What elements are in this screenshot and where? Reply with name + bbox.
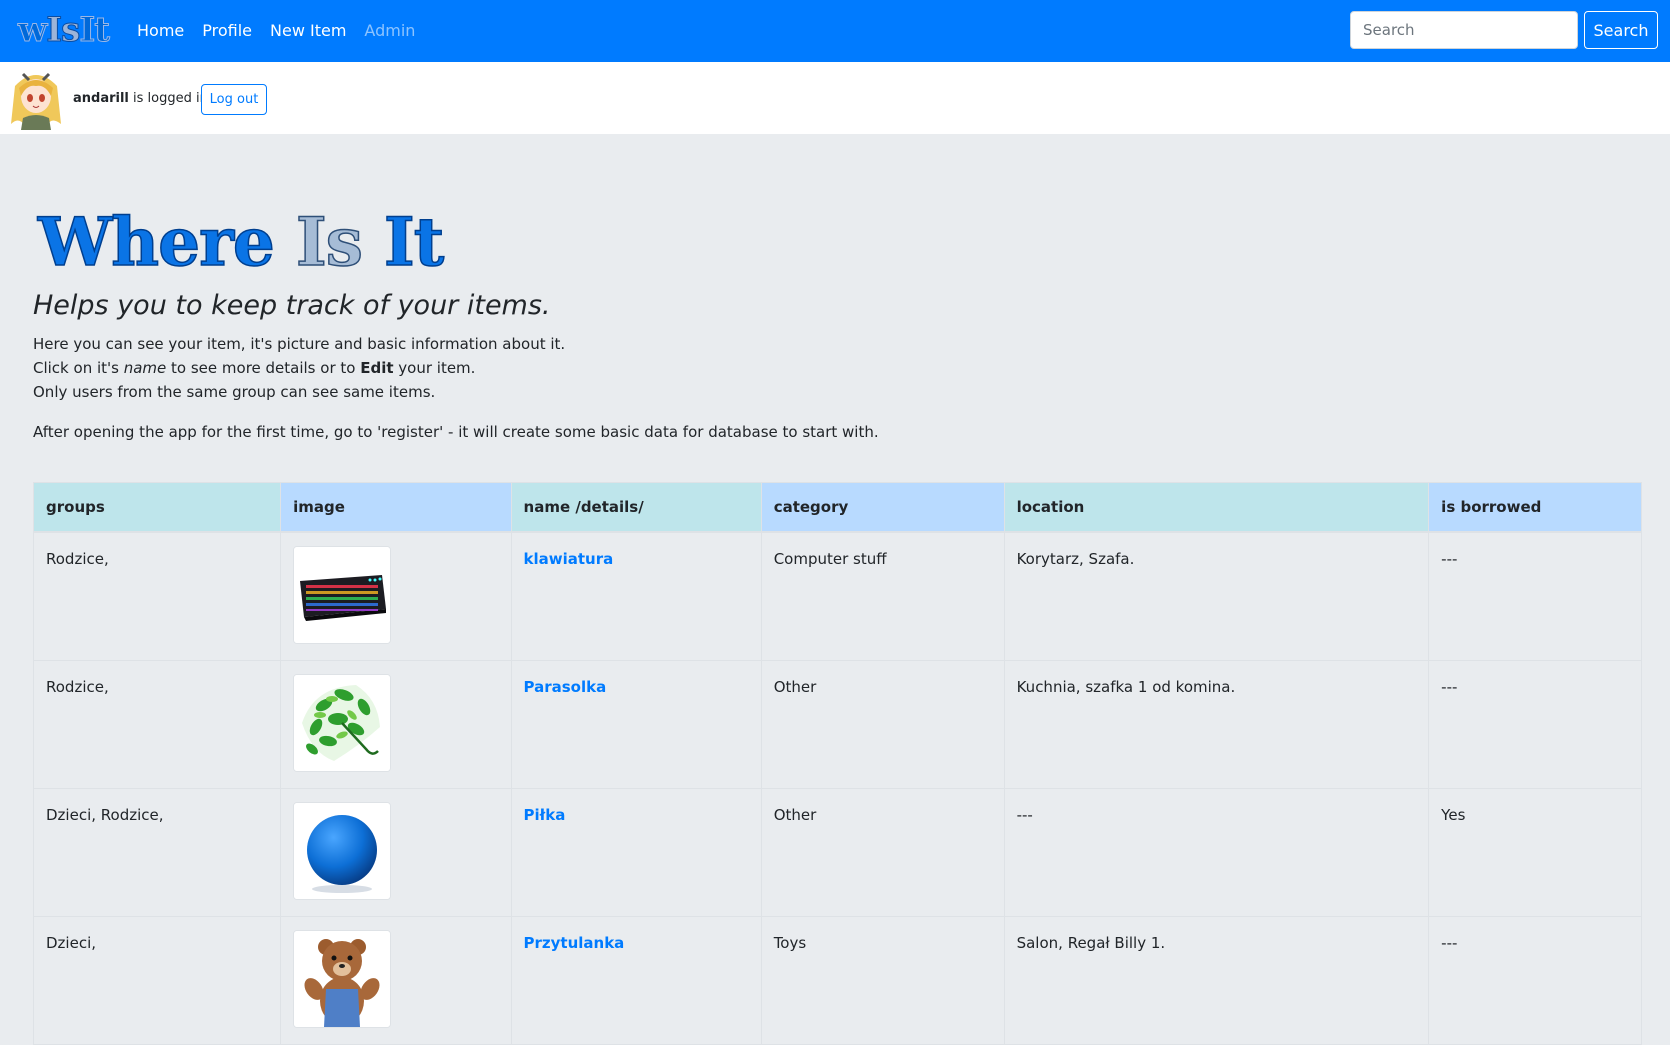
header-groups: groups [32,482,282,533]
cell-is-borrowed: --- [1428,659,1642,789]
intro-line-4: After opening the app for the first time… [33,423,879,441]
search-button[interactable]: Search [1584,11,1658,49]
navbar: wIsIt Home Profile New Item Admin Search [0,0,1670,62]
intro-line-1: Here you can see your item, it's picture… [33,335,566,353]
cell-name: Przytulanka [510,915,762,1045]
cell-image [280,659,512,789]
item-link-przytulanka[interactable]: Przytulanka [524,934,625,952]
login-status: andarill is logged in. [73,90,212,108]
header-image: image [280,482,512,533]
header-name: name /details/ [510,482,762,533]
items-table: groups image name /details/ category loc… [32,482,1642,1045]
username: andarill [73,91,129,106]
intro-line-2: Click on it's name to see more details o… [33,356,879,380]
cell-is-borrowed: --- [1428,531,1642,661]
nav-links: Home Profile New Item Admin [128,19,424,43]
cell-category: Other [760,659,1005,789]
login-status-text: is logged in. [128,91,212,106]
header-is-borrowed: is borrowed [1428,482,1642,533]
cell-name: Piłka [510,787,762,917]
cell-groups: Rodzice, [32,531,282,661]
intro-line-2-c: your item. [393,359,476,377]
cell-location: Salon, Regał Billy 1. [1003,915,1430,1045]
intro-text: Here you can see your item, it's picture… [33,332,879,444]
table-row: Dzieci, Rodzice, Piłka Other --- Yes [32,787,1642,917]
nav-admin[interactable]: Admin [355,19,424,43]
cell-location: Korytarz, Szafa. [1003,531,1430,661]
nav-new-item[interactable]: New Item [261,19,355,43]
search-input[interactable] [1350,11,1578,49]
cell-image [280,787,512,917]
brand-it: It [79,10,111,51]
keyboard-image[interactable] [293,545,392,644]
title-is: Is [295,203,364,281]
item-link-parasolka[interactable]: Parasolka [524,678,607,696]
teddy-bear-image[interactable] [293,929,392,1028]
table-header-row: groups image name /details/ category loc… [32,482,1642,533]
page-title: Where Is It [37,203,445,281]
cell-is-borrowed: Yes [1428,787,1642,917]
header-category: category [760,482,1005,533]
lead-text: Helps you to keep track of your items. [33,290,551,321]
table-row: Rodzice, klawiatura Computer stuff Koryt… [32,531,1642,661]
ball-image[interactable] [293,801,392,900]
umbrella-image[interactable] [293,673,392,772]
brand-w: w [17,10,47,51]
intro-line-2-b: to see more details or to [166,359,361,377]
cell-location: Kuchnia, szafka 1 od komina. [1003,659,1430,789]
title-it: It [383,203,445,281]
cell-category: Computer stuff [760,531,1005,661]
cell-location: --- [1003,787,1430,917]
cell-name: Parasolka [510,659,762,789]
table-row: Dzieci, Przytulanka Toys Salon, Regał Bi [32,915,1642,1045]
avatar [7,66,65,130]
nav-profile[interactable]: Profile [193,19,261,43]
cell-image [280,531,512,661]
brand-logo[interactable]: wIsIt [17,10,111,51]
header-location: location [1003,482,1430,533]
user-bar: andarill is logged in. Log out [0,62,1670,134]
cell-groups: Rodzice, [32,659,282,789]
cell-groups: Dzieci, Rodzice, [32,787,282,917]
cell-category: Other [760,787,1005,917]
cell-groups: Dzieci, [32,915,282,1045]
nav-home[interactable]: Home [128,19,193,43]
cell-category: Toys [760,915,1005,1045]
intro-line-2-name: name [123,359,167,377]
brand-is: Is [46,10,81,51]
item-link-klawiatura[interactable]: klawiatura [524,550,614,568]
cell-is-borrowed: --- [1428,915,1642,1045]
intro-line-3: Only users from the same group can see s… [33,383,436,401]
title-where: Where [37,203,275,281]
intro-line-2-edit: Edit [360,359,394,377]
intro-line-2-a: Click on it's [33,359,124,377]
table-row: Rodzice, Parasolka Other Kuchnia, szafka… [32,659,1642,789]
cell-name: klawiatura [510,531,762,661]
logout-button[interactable]: Log out [201,84,267,115]
item-link-pilka[interactable]: Piłka [524,806,566,824]
cell-image [280,915,512,1045]
